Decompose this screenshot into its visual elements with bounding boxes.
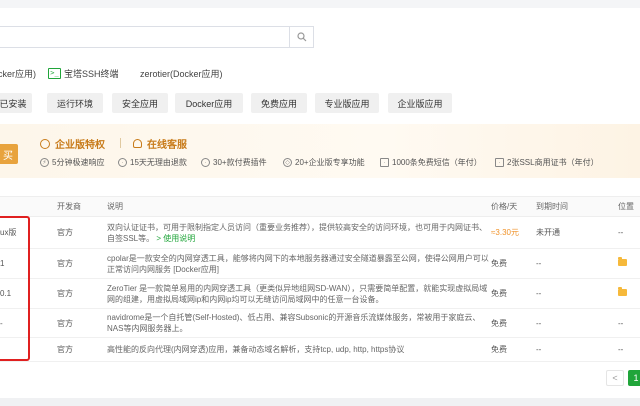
table-row[interactable]: - 官方 navidrome是一个自托管(Self-Hosted)、低占用、兼容… <box>0 308 640 338</box>
divider <box>120 138 121 148</box>
feature-label: 15天无理由退款 <box>130 158 187 167</box>
feature-label: 20+企业版专享功能 <box>295 158 365 167</box>
tab-pro[interactable]: 专业版应用 <box>315 93 379 113</box>
row-location: -- <box>618 308 640 338</box>
diamond-icon: ◇ <box>283 158 292 167</box>
mail-icon: · <box>380 158 389 167</box>
tab-docker[interactable]: Docker应用 <box>175 93 243 113</box>
quick-link-ssh-terminal[interactable]: >_ 宝塔SSH终端 <box>48 67 119 80</box>
feature-label: 2张SSL商用证书（年付） <box>507 158 599 167</box>
bottom-bar <box>0 398 640 406</box>
feature-label: 30+款付费插件 <box>213 158 267 167</box>
row-price: 免费 <box>491 337 536 362</box>
usage-link[interactable]: > 使用说明 <box>156 234 195 243</box>
table-header: 开发商 说明 价格/天 到期时间 位置 <box>0 196 640 217</box>
plugin-icon: · <box>201 158 210 167</box>
col-name <box>0 196 57 217</box>
row-expire: -- <box>536 337 618 362</box>
certificate-icon: · <box>495 158 504 167</box>
quick-link-label: 宝塔SSH终端 <box>64 69 119 79</box>
search-icon <box>296 32 306 42</box>
col-description: 说明 <box>107 196 491 217</box>
row-developer: 官方 <box>57 278 107 309</box>
pager-prev-button[interactable]: < <box>606 370 624 386</box>
row-developer: 官方 <box>57 308 107 338</box>
row-price: ≈3.30元 <box>491 216 536 249</box>
feature-label: 5分钟极速响应 <box>52 158 105 167</box>
row-price: 免费 <box>491 278 536 309</box>
top-bar <box>0 0 640 8</box>
pager-page-1[interactable]: 1 <box>628 370 640 386</box>
search-input[interactable] <box>0 26 290 48</box>
quick-link-zerotier[interactable]: zerotier(Docker应用) <box>140 67 223 80</box>
row-expire: -- <box>536 248 618 279</box>
table-row[interactable]: 官方 高性能的反向代理(内网穿透)应用，兼备动态域名解析，支持tcp, udp,… <box>0 337 640 362</box>
row-developer: 官方 <box>57 337 107 362</box>
row-location: -- <box>618 337 640 362</box>
service-title: 在线客服 <box>147 140 187 151</box>
table-row[interactable]: 1 官方 cpolar是一款安全的内网穿透工具，能够将内网下的本地服务器通过安全… <box>0 248 640 279</box>
row-description: navidrome是一个自托管(Self-Hosted)、低占用、兼容Subso… <box>107 308 491 338</box>
row-description: cpolar是一款安全的内网穿透工具，能够将内网下的本地服务器通过安全隧道暴露至… <box>107 248 491 279</box>
highlight-box <box>0 216 30 361</box>
enterprise-banner <box>0 124 640 178</box>
quick-link-label: cker应用) <box>0 69 36 79</box>
row-developer: 官方 <box>57 248 107 279</box>
headset-icon <box>133 139 142 148</box>
col-location: 位置 <box>618 196 640 217</box>
enterprise-privilege[interactable]: 企业版特权 <box>40 136 105 151</box>
table-row[interactable]: 0.1 官方 ZeroTier 是一款简单易用的内网穿透工具（更类似异地组网SD… <box>0 278 640 309</box>
col-price[interactable]: 价格/天 <box>491 196 536 217</box>
feature-response: ⚡ 5分钟极速响应 <box>40 157 104 168</box>
tab-installed[interactable]: 已安装 <box>0 93 32 113</box>
quick-link-label: zerotier(Docker应用) <box>140 69 223 79</box>
row-expire: 未开通 <box>536 216 618 249</box>
feature-refund: · 15天无理由退款 <box>118 157 187 168</box>
terminal-icon: >_ <box>48 68 61 79</box>
row-description: ZeroTier 是一款简单易用的内网穿透工具（更类似异地组网SD-WAN），只… <box>107 278 491 309</box>
feature-sms: · 1000条免费短信（年付） <box>380 157 482 168</box>
tab-free[interactable]: 免费应用 <box>251 93 307 113</box>
table-row[interactable]: ux版 官方 双向认证证书，可用于限制指定人员访问（重要业务推荐），提供较高安全… <box>0 216 640 249</box>
row-expire: -- <box>536 308 618 338</box>
row-price: 免费 <box>491 248 536 279</box>
feature-ssl: · 2张SSL商用证书（年付） <box>495 157 599 168</box>
buy-button[interactable]: 买 <box>0 144 18 164</box>
tab-security[interactable]: 安全应用 <box>112 93 168 113</box>
enterprise-title: 企业版特权 <box>55 140 105 151</box>
feature-label: 1000条免费短信（年付） <box>392 158 482 167</box>
row-location[interactable] <box>618 278 640 309</box>
row-description: 双向认证证书，可用于限制指定人员访问（重要业务推荐），提供较高安全的访问环境，也… <box>107 216 491 249</box>
crown-icon <box>40 138 50 149</box>
row-description: 高性能的反向代理(内网穿透)应用，兼备动态域名解析，支持tcp, udp, ht… <box>107 337 491 362</box>
lightning-icon: ⚡ <box>40 158 49 167</box>
folder-icon[interactable] <box>618 287 627 296</box>
software-table: 开发商 说明 价格/天 到期时间 位置 ux版 官方 双向认证证书，可用于限制指… <box>0 196 640 362</box>
row-price: 免费 <box>491 308 536 338</box>
row-location: -- <box>618 216 640 249</box>
folder-icon[interactable] <box>618 257 627 266</box>
row-developer: 官方 <box>57 216 107 249</box>
clock-icon: · <box>118 158 127 167</box>
tab-runtime[interactable]: 运行环境 <box>47 93 103 113</box>
row-location[interactable] <box>618 248 640 279</box>
quick-link-docker[interactable]: cker应用) <box>0 67 36 80</box>
online-service[interactable]: 在线客服 <box>133 136 187 151</box>
tab-enterprise[interactable]: 企业版应用 <box>388 93 452 113</box>
feature-enterprise: ◇ 20+企业版专享功能 <box>283 157 365 168</box>
col-developer: 开发商 <box>57 196 107 217</box>
col-expire: 到期时间 <box>536 196 618 217</box>
feature-plugins: · 30+款付费插件 <box>201 157 267 168</box>
row-expire: -- <box>536 278 618 309</box>
search-button[interactable] <box>290 26 314 48</box>
